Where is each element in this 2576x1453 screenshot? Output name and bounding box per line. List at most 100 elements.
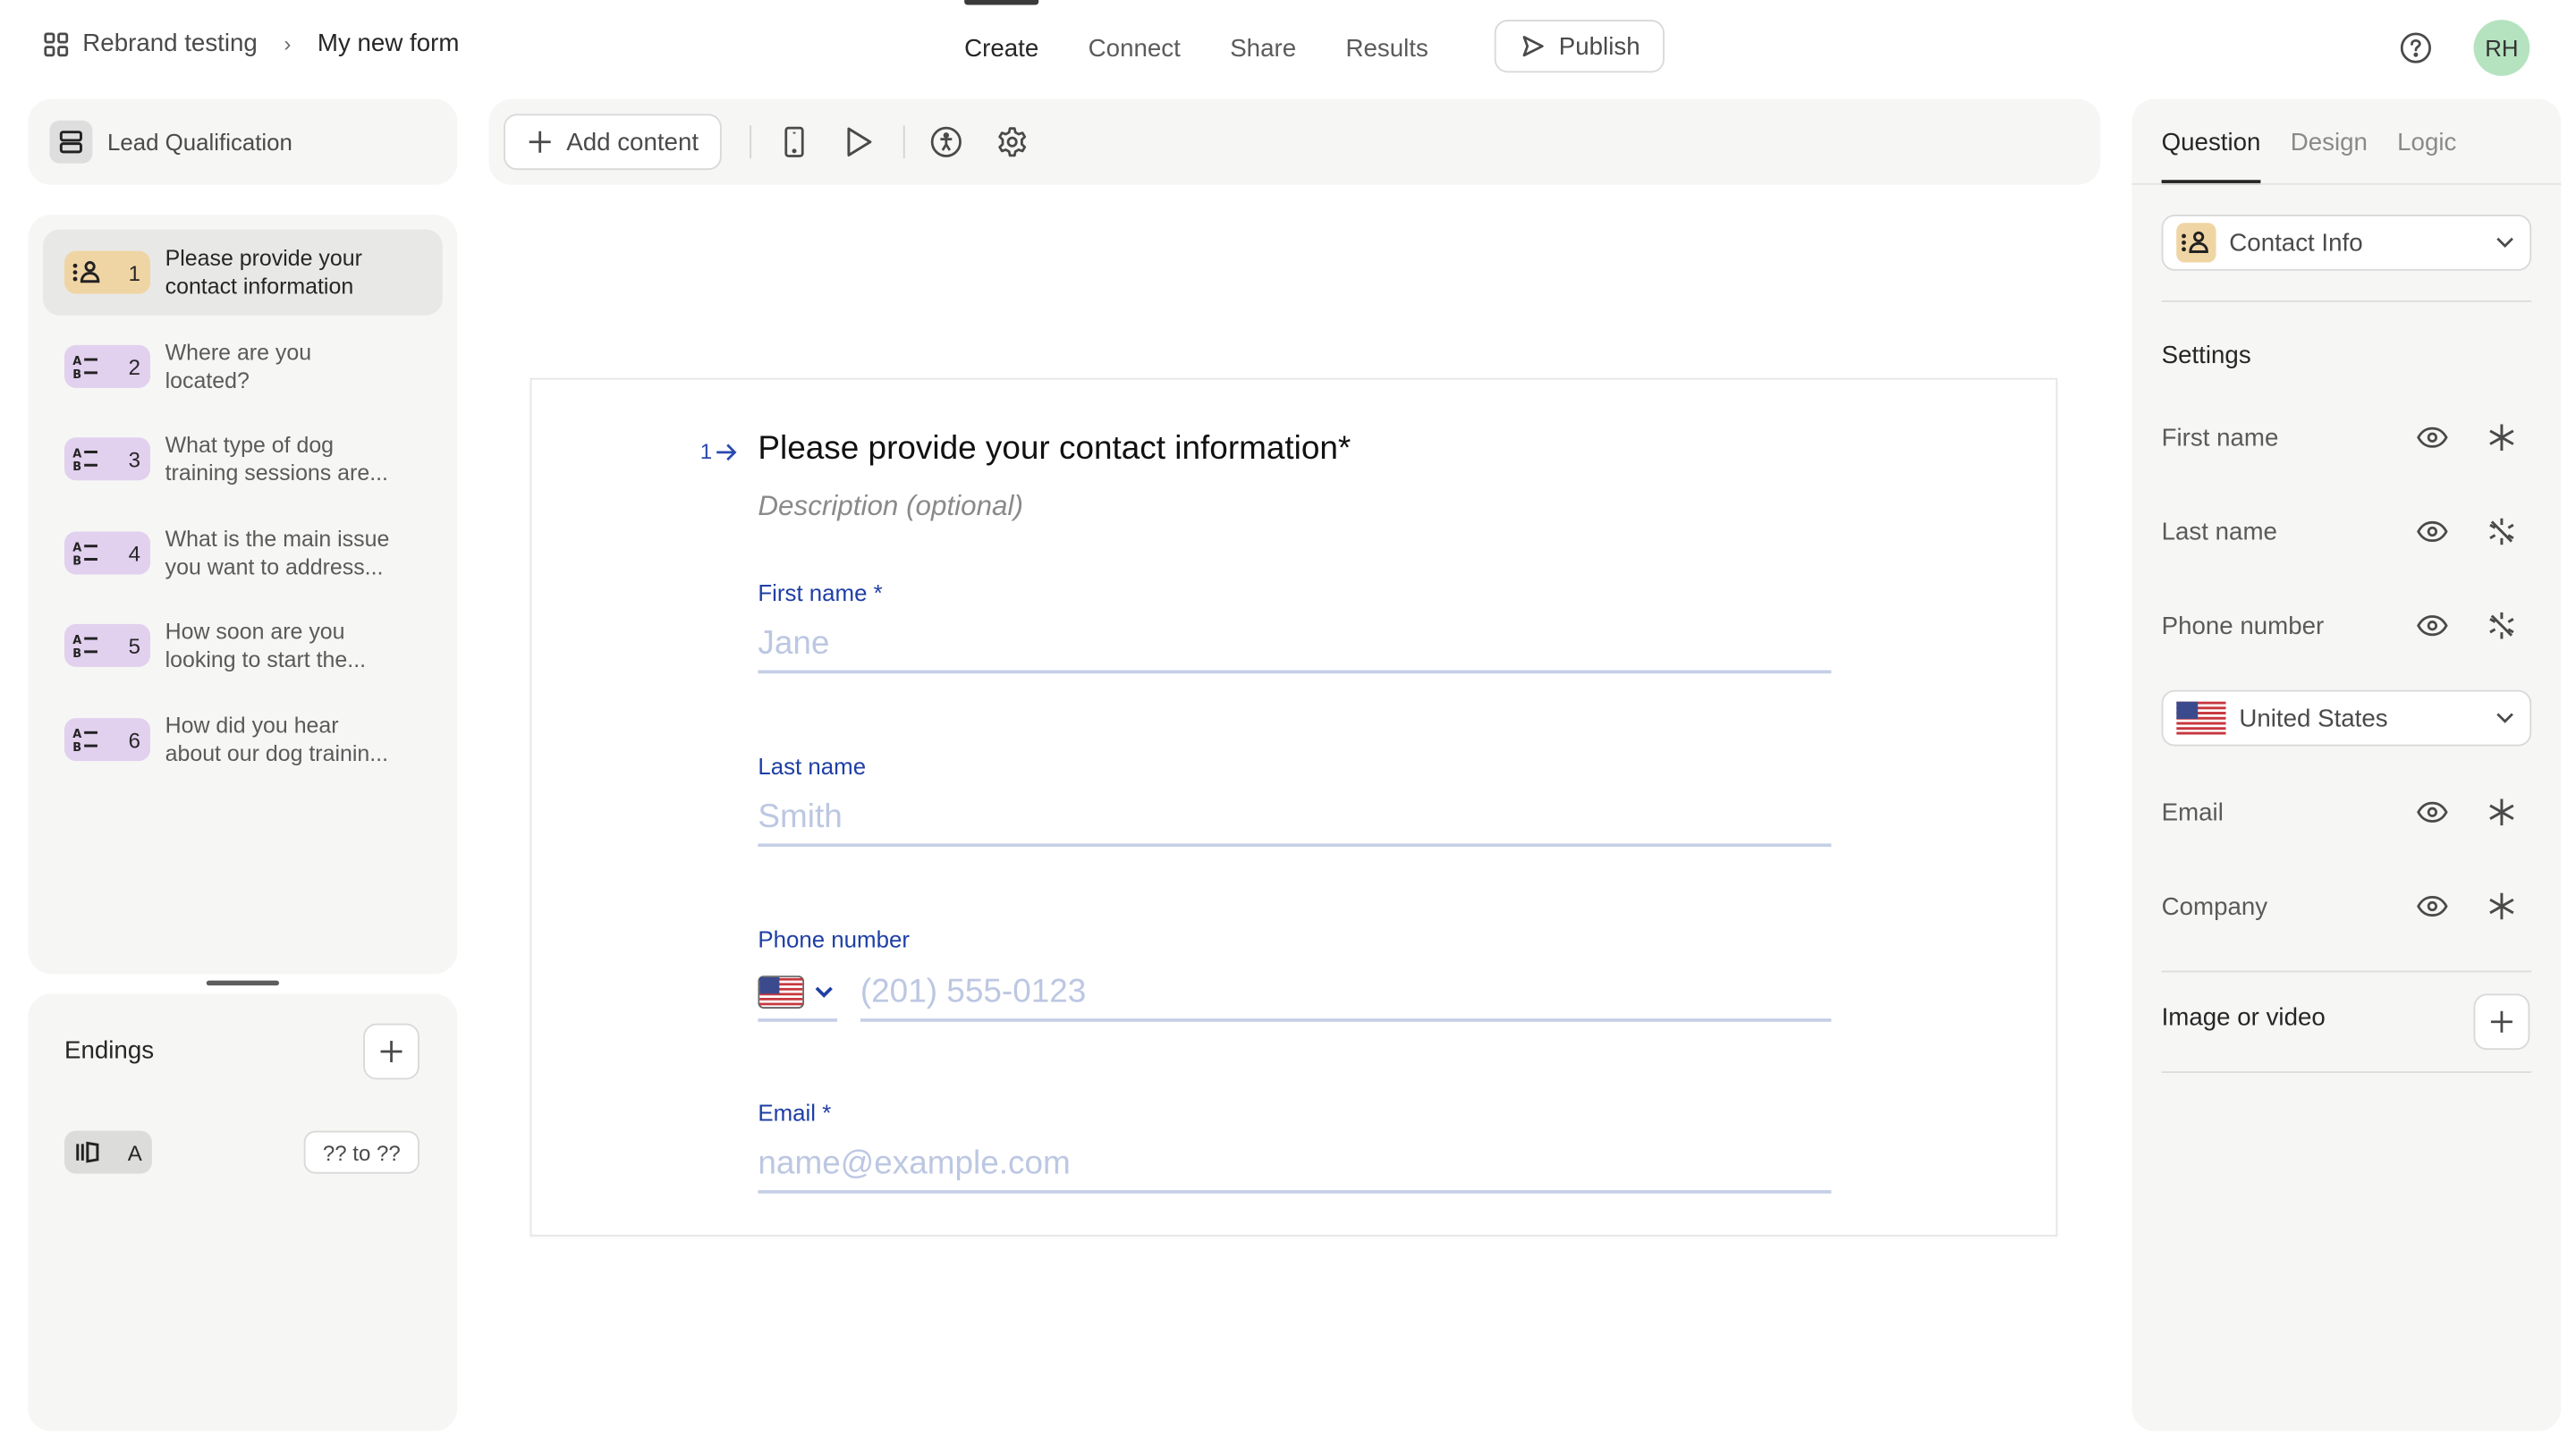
question-text-line: What is the main issue: [165, 526, 390, 552]
eye-icon[interactable]: [2416, 614, 2449, 638]
add-ending-button[interactable]: [363, 1023, 419, 1080]
default-country-select[interactable]: United States: [2161, 689, 2532, 747]
svg-text:B: B: [72, 368, 81, 380]
required-icon[interactable]: [2487, 423, 2516, 452]
question-number: 1: [128, 259, 140, 285]
question-text-line: about our dog trainin...: [165, 740, 389, 766]
question-text: What is the main issue you want to addre…: [165, 525, 429, 581]
question-item-6[interactable]: AB 6 How did you hear about our dog trai…: [43, 697, 443, 782]
eye-icon[interactable]: [2416, 520, 2449, 544]
field-setting-company: Company: [2162, 886, 2532, 925]
tab-connect[interactable]: Connect: [1089, 0, 1181, 96]
breadcrumb-workspace[interactable]: Rebrand testing: [82, 30, 258, 57]
breadcrumb-form-name[interactable]: My new form: [318, 30, 460, 57]
endings-title: Endings: [64, 1036, 155, 1065]
main-tabs: Create Connect Share Results: [964, 0, 1428, 96]
chevron-down-icon: [2496, 712, 2515, 725]
play-preview-icon[interactable]: [841, 123, 877, 160]
settings-title: Settings: [2161, 342, 2251, 370]
question-text: How did you hear about our dog trainin..…: [165, 712, 429, 768]
phone-field[interactable]: (201) 555-0123: [860, 966, 1832, 1022]
mobile-preview-icon[interactable]: [776, 123, 813, 160]
field-setting-label: Last name: [2161, 517, 2277, 546]
multiple-choice-icon: AB: [72, 632, 102, 659]
eye-icon[interactable]: [2416, 895, 2449, 918]
field-setting-first-name: First name: [2162, 418, 2532, 457]
tab-design[interactable]: Design: [2291, 99, 2368, 185]
question-number-indicator: 1: [700, 439, 739, 464]
question-item-1[interactable]: 1 Please provide your contact informatio…: [42, 229, 443, 316]
field-setting-last-name: Last name: [2162, 511, 2532, 551]
accessibility-icon[interactable]: [928, 123, 965, 160]
question-list: 1 Please provide your contact informatio…: [28, 214, 458, 975]
plus-icon: [2488, 1009, 2515, 1035]
question-item-3[interactable]: AB 3 What type of dog training sessions …: [43, 416, 443, 502]
multiple-choice-icon: AB: [72, 353, 102, 380]
question-number: 3: [128, 446, 140, 472]
svg-text:A: A: [72, 355, 81, 368]
panel-resize-handle[interactable]: [206, 980, 279, 986]
avatar[interactable]: RH: [2473, 20, 2530, 76]
ending-range[interactable]: ?? to ??: [303, 1130, 419, 1174]
multiple-choice-icon: AB: [72, 726, 102, 753]
not-required-icon[interactable]: [2487, 517, 2516, 546]
question-item-5[interactable]: AB 5 How soon are you looking to start t…: [43, 603, 443, 688]
gear-icon[interactable]: [994, 123, 1030, 160]
publish-button[interactable]: Publish: [1494, 20, 1665, 73]
field-setting-phone: Phone number: [2162, 606, 2532, 646]
us-flag-icon: [2176, 701, 2226, 735]
tab-create[interactable]: Create: [964, 0, 1039, 96]
question-title[interactable]: Please provide your contact information*: [758, 431, 1351, 469]
field-setting-label: Phone number: [2161, 611, 2325, 640]
form-type-panel[interactable]: Lead Qualification: [28, 98, 458, 185]
question-badge: AB 4: [64, 531, 150, 575]
eye-icon[interactable]: [2416, 800, 2449, 824]
form-type-label: Lead Qualification: [106, 128, 292, 156]
question-number: 4: [128, 540, 140, 566]
not-required-icon[interactable]: [2487, 611, 2516, 640]
question-number: 2: [128, 353, 140, 379]
eye-icon[interactable]: [2416, 426, 2449, 449]
chevron-right-icon: ›: [284, 31, 292, 56]
field-setting-email: Email: [2162, 792, 2532, 832]
required-icon[interactable]: [2487, 798, 2516, 827]
question-text-line: What type of dog: [165, 432, 335, 458]
question-badge: AB 2: [64, 344, 150, 388]
question-settings-panel: Question Design Logic Contact Info Setti…: [2131, 98, 2562, 1432]
question-number: 1: [699, 439, 713, 464]
question-item-2[interactable]: AB 2 Where are you located?: [43, 324, 443, 410]
question-text: Please provide your contact information: [165, 244, 429, 300]
tabs-divider: [2131, 182, 2562, 185]
divider: [2161, 300, 2532, 302]
email-field[interactable]: name@example.com: [758, 1137, 1832, 1194]
question-text-line: Where are you: [165, 340, 312, 365]
tab-question[interactable]: Question: [2161, 99, 2261, 185]
phone-country-select[interactable]: [758, 966, 837, 1022]
field-setting-label: First name: [2161, 423, 2279, 452]
plus-icon: [378, 1038, 405, 1065]
question-number: 5: [128, 632, 140, 658]
us-flag-icon: [758, 976, 805, 1009]
question-description[interactable]: Description (optional): [758, 490, 1023, 523]
help-icon[interactable]: [2399, 31, 2432, 64]
svg-text:A: A: [72, 728, 81, 741]
question-text-line: looking to start the...: [165, 646, 367, 672]
add-media-button[interactable]: [2473, 993, 2530, 1051]
field-setting-label: Email: [2161, 798, 2224, 826]
last-name-field[interactable]: Smith: [758, 790, 1832, 848]
question-type-select[interactable]: Contact Info: [2161, 214, 2532, 271]
tab-share[interactable]: Share: [1230, 0, 1296, 96]
tab-results[interactable]: Results: [1345, 0, 1428, 96]
question-preview-card: 1 Please provide your contact informatio…: [530, 377, 2058, 1237]
ending-label: A: [127, 1139, 142, 1165]
add-content-button[interactable]: Add content: [504, 114, 722, 171]
question-item-4[interactable]: AB 4 What is the main issue you want to …: [43, 510, 443, 596]
required-icon[interactable]: [2487, 891, 2516, 921]
question-text-line: How soon are you: [165, 619, 345, 644]
ending-item-a[interactable]: A: [64, 1130, 152, 1174]
tab-logic[interactable]: Logic: [2397, 99, 2456, 185]
first-name-field[interactable]: Jane: [758, 617, 1832, 674]
question-badge: AB 3: [64, 437, 150, 481]
email-label: Email *: [758, 1099, 832, 1127]
phone-label: Phone number: [758, 925, 910, 953]
